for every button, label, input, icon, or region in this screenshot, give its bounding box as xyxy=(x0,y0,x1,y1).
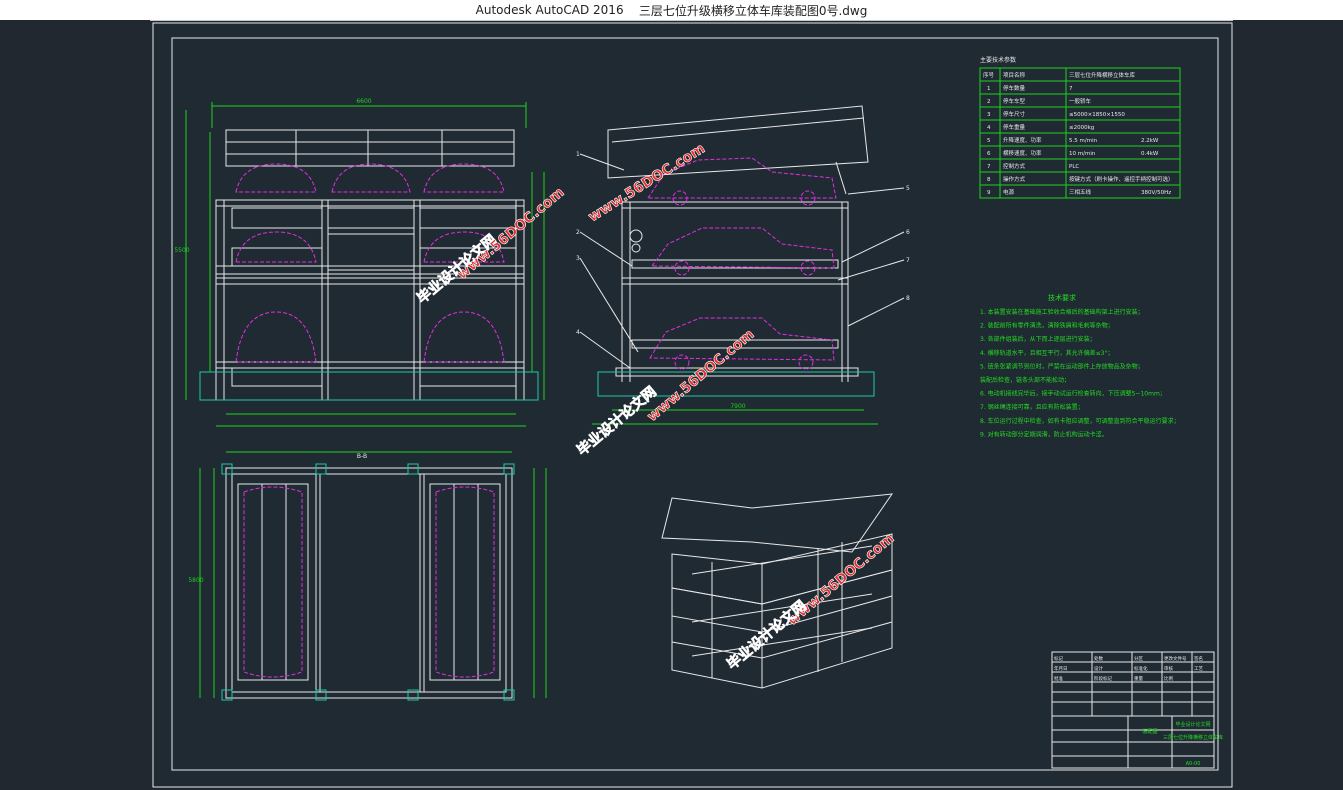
spec-row-value: 7 xyxy=(1069,86,1073,92)
note-line: 6. 电动机接线完毕后，接手动试运行检查转向，下压调整5~10mm； xyxy=(980,390,1166,398)
window-titlebar: Autodesk AutoCAD 2016 三层七位升级横移立体车库装配图0号.… xyxy=(0,0,1343,21)
title-cell: 审核 xyxy=(1164,665,1173,672)
plan-height-dimension: 5800 xyxy=(188,577,203,584)
title-cell: 比例 xyxy=(1164,675,1173,682)
spec-row-no: 2 xyxy=(987,99,991,105)
note-line: 5. 链条张紧调节到位时，严禁在运动部件上存放物品及杂物； xyxy=(980,362,1144,370)
spec-row-no: 3 xyxy=(987,112,991,118)
spec-row-value: 一般轿车 xyxy=(1069,97,1092,105)
front-height-dimension: 5500 xyxy=(174,247,189,254)
spec-row-name: 停车重量 xyxy=(1003,123,1026,131)
spec-table-title: 主要技术参数 xyxy=(980,56,1016,64)
side-callout-numbers: 1 2 3 4 5 6 7 8 xyxy=(576,151,910,336)
watermark-cn-2: 毕业设计论文网 xyxy=(574,383,660,459)
note-line: 1. 本装置安装在基础施工验收合格后的基础构架上进行安装； xyxy=(980,308,1144,316)
title-sheet-label: 装配图 xyxy=(1142,728,1157,735)
spec-row-name: 横移速度、功率 xyxy=(1003,149,1042,157)
spec-row-name: 操作方式 xyxy=(1003,175,1026,183)
plan-view xyxy=(225,467,513,699)
front-width-dimension: 6600 xyxy=(356,98,371,105)
watermark-url-2: www.56DOC.com xyxy=(454,184,567,283)
left-margin xyxy=(0,20,150,790)
spec-row-extra: 2.2kW xyxy=(1141,138,1159,144)
spec-row-name: 控制方式 xyxy=(1003,162,1026,170)
spec-row-name: 电源 xyxy=(1003,188,1015,196)
right-margin xyxy=(1233,20,1343,790)
note-line: 4. 横移轨道水平，且相互平行，其允许偏差≤3°； xyxy=(980,349,1113,357)
watermark-url-1: www.56DOC.com xyxy=(586,141,708,226)
plan-view-posts xyxy=(221,463,515,701)
title-cell: 分区 xyxy=(1134,655,1143,662)
plan-section-label: B-B xyxy=(357,453,367,460)
title-cell: 阶段标记 xyxy=(1094,675,1112,682)
spec-row-value: 5.5 m/min xyxy=(1069,138,1098,144)
title-cell: 重量 xyxy=(1134,675,1143,682)
spec-row-extra: 0.4kW xyxy=(1141,151,1159,157)
spec-header-2: 项目名称 xyxy=(1003,71,1026,79)
note-line: 8. 车位运行过程中检查，如有卡阻应调整，可调整直到符合平稳运行要求； xyxy=(980,417,1180,425)
note-line: 2. 装配前所有零件清洗，清除铁屑和毛刺等杂物； xyxy=(980,322,1114,330)
title-cell: 标准化 xyxy=(1134,665,1148,672)
callout-5: 5 xyxy=(906,185,910,192)
side-width-dimension: 7900 xyxy=(730,403,745,410)
spec-row-name: 停车尺寸 xyxy=(1003,110,1026,118)
spec-row-value: 10 m/min xyxy=(1069,151,1096,157)
cad-drawing: 6600 5500 7900 1 2 3 4 5 6 7 8 B-B 5800 … xyxy=(152,22,1233,788)
spec-row-value: ≤2000kg xyxy=(1069,125,1094,131)
spec-row-name: 升降速度、功率 xyxy=(1003,136,1042,144)
spec-row-no: 6 xyxy=(987,151,991,157)
spec-row-no: 5 xyxy=(987,138,991,144)
spec-row-value: PLC xyxy=(1069,164,1079,170)
spec-row-no: 8 xyxy=(987,177,991,183)
title-company: 毕业设计论文网 xyxy=(1175,721,1210,728)
note-line: 9. 对有转动部分定期润滑，防止机构运动卡涩。 xyxy=(980,430,1108,438)
callout-6: 6 xyxy=(906,229,910,236)
spec-header-3: 三层七位升降横移立体车库 xyxy=(1069,71,1136,79)
note-line: 装配后检查，链条头部不能松动； xyxy=(980,376,1070,384)
isometric-view xyxy=(661,493,894,689)
title-cell: 批准 xyxy=(1054,675,1063,682)
front-dimensions xyxy=(185,102,545,427)
file-name: 三层七位升级横移立体车库装配图0号.dwg xyxy=(638,3,868,18)
title-drawing-name: 三层七位升降横移立体车库 xyxy=(1163,734,1223,741)
spec-row-extra: 380V/50Hz xyxy=(1141,190,1171,196)
drawing-canvas[interactable]: 6600 5500 7900 1 2 3 4 5 6 7 8 B-B 5800 … xyxy=(152,22,1233,788)
spec-row-value: 三相五线 xyxy=(1069,188,1092,196)
title-drawing-no: A0-00 xyxy=(1186,761,1201,767)
callout-8: 8 xyxy=(906,295,910,302)
spec-header-1: 序号 xyxy=(983,71,995,79)
callout-3: 3 xyxy=(576,255,580,262)
spec-row-value: 按键方式（刷卡操作、遥控手柄控制可选） xyxy=(1069,175,1174,183)
title-cell: 签名 xyxy=(1194,655,1203,662)
title-cell: 年月日 xyxy=(1054,665,1068,672)
spec-row-name: 停车车型 xyxy=(1003,97,1026,105)
spec-table: 序号 项目名称 三层七位升降横移立体车库 1 停车数量 7 2 停车车型 一般轿车 3 停车尺寸 ≤5… xyxy=(979,67,1181,199)
notes-lines: 1. 本装置安装在基础施工验收合格后的基础构架上进行安装； 2. 装配前所有零件清… xyxy=(980,308,1180,438)
title-block xyxy=(1051,651,1215,769)
callout-1: 1 xyxy=(576,151,580,158)
title-cell: 标记 xyxy=(1054,655,1063,662)
app-name: Autodesk AutoCAD 2016 xyxy=(475,3,624,17)
spec-row-no: 7 xyxy=(987,164,991,170)
callout-2: 2 xyxy=(576,229,580,236)
callout-4: 4 xyxy=(576,329,580,336)
spec-row-no: 1 xyxy=(987,86,991,92)
spec-row-name: 停车数量 xyxy=(1003,84,1026,92)
spec-row-value: ≤5000×1850×1550 xyxy=(1069,112,1125,118)
callout-7: 7 xyxy=(906,257,910,264)
plan-view-cars xyxy=(243,486,495,678)
note-line: 3. 各部件组装后，从下而上逐层进行安装； xyxy=(980,335,1096,343)
watermark-cn-3: 毕业设计论文网 xyxy=(724,597,810,673)
title-cell: 设计 xyxy=(1094,665,1103,672)
title-block-cells: 标记 处数 分区 更改文件号 签名年月日 设计 标准化 审核 工艺批准 阶段标记 重量 比例 xyxy=(1054,655,1203,682)
title-cell: 工艺 xyxy=(1194,666,1203,672)
title-cell: 更改文件号 xyxy=(1164,655,1187,662)
watermarks: www.56DOC.com 毕业设计论文网 www.56DOC.com www.… xyxy=(413,140,897,673)
note-line: 7. 钢丝绳连接可靠，且应有防松装置； xyxy=(980,403,1084,411)
spec-row-no: 9 xyxy=(987,190,991,196)
notes-title: 技术要求 xyxy=(1048,293,1076,302)
spec-row-no: 4 xyxy=(987,125,991,131)
title-cell: 处数 xyxy=(1094,655,1103,662)
